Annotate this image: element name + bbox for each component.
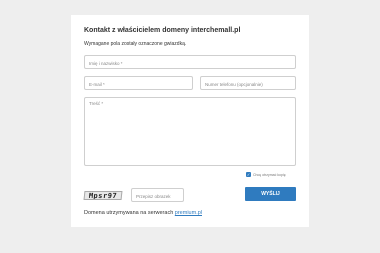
message-textarea[interactable] <box>84 97 296 166</box>
footer-text: Domena utrzymywana na serwerach premium.… <box>84 210 202 216</box>
copy-checkbox[interactable]: ✓ <box>246 172 251 177</box>
form-title: Kontakt z właścicielem domeny interchema… <box>84 27 241 34</box>
send-button[interactable]: WYŚLIJ <box>245 187 296 201</box>
premium-link[interactable]: premium.pl <box>175 210 202 216</box>
captcha-input[interactable] <box>131 188 184 202</box>
email-input[interactable] <box>84 76 193 90</box>
copy-checkbox-label: Chcę otrzymać kopię <box>253 172 286 177</box>
contact-card: Kontakt z właścicielem domeny interchema… <box>71 15 309 227</box>
name-input[interactable] <box>84 55 296 69</box>
footer-label: Domena utrzymywana na serwerach <box>84 210 175 216</box>
copy-checkbox-row[interactable]: ✓ Chcę otrzymać kopię <box>246 172 286 177</box>
required-note: Wymagane pola zostały oznaczone gwiazdką… <box>84 41 187 47</box>
captcha-image: Mpsr97 <box>83 191 123 200</box>
phone-input[interactable] <box>200 76 296 90</box>
